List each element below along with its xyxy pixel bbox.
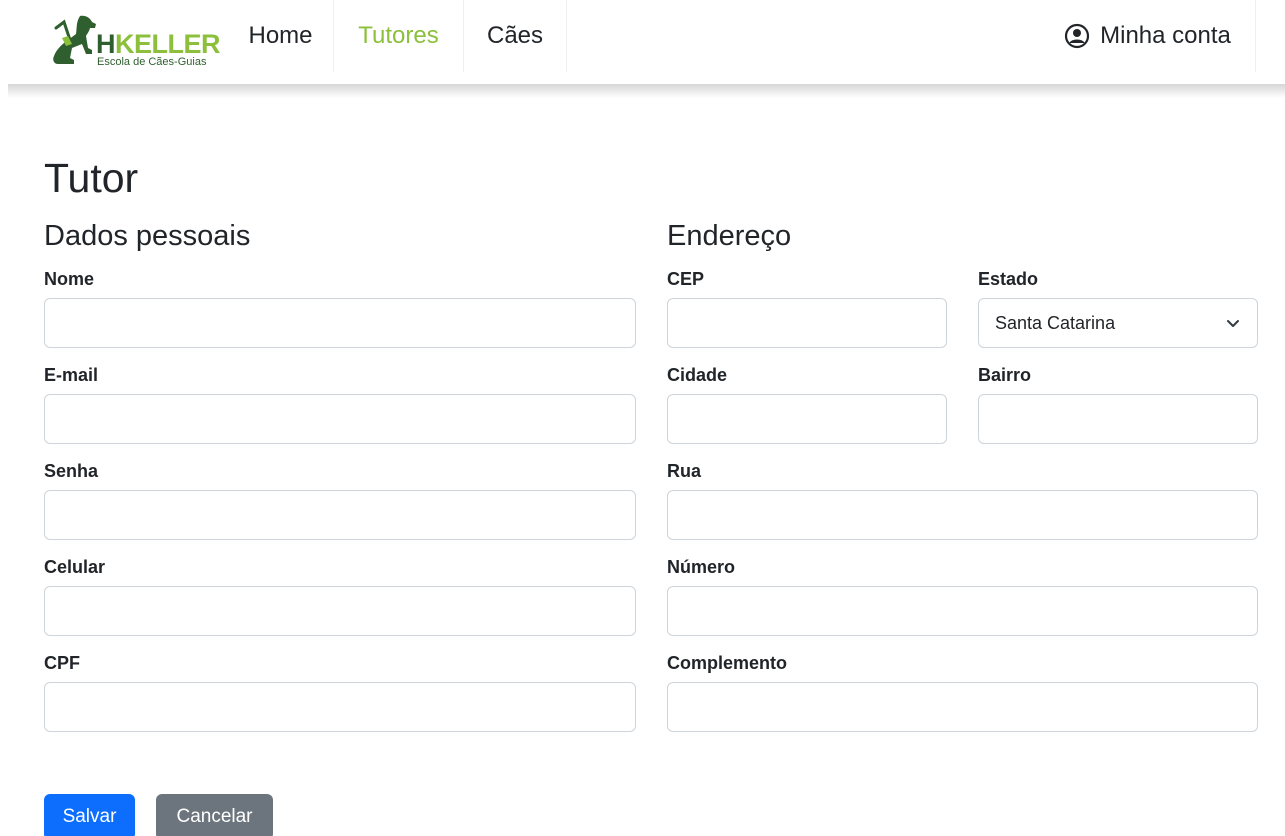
brand-logo[interactable]: HKELLER Escola de Cães-Guias (50, 14, 221, 68)
senha-input[interactable] (44, 490, 636, 540)
email-input[interactable] (44, 394, 636, 444)
label-complemento: Complemento (667, 653, 788, 673)
cancel-button[interactable]: Cancelar (156, 794, 273, 836)
brand-name: HKELLER (96, 29, 221, 59)
nav-tutores[interactable]: Tutores (334, 0, 464, 72)
label-bairro: Bairro (978, 365, 1032, 385)
save-button[interactable]: Salvar (44, 794, 135, 836)
brand-subtitle: Escola de Cães-Guias (97, 56, 207, 68)
cep-input[interactable] (667, 298, 947, 348)
complemento-input[interactable] (667, 682, 1258, 732)
rua-input[interactable] (667, 490, 1258, 540)
label-celular: Celular (44, 557, 106, 577)
label-email: E-mail (44, 365, 99, 385)
page-title: Tutor (44, 155, 139, 201)
celular-input[interactable] (44, 586, 636, 636)
section-personal-data: Dados pessoais (44, 220, 251, 252)
account-label: Minha conta (1100, 22, 1231, 49)
account-menu[interactable]: Minha conta (1040, 0, 1256, 72)
estado-select[interactable]: Santa Catarina (978, 298, 1258, 348)
guide-dog-icon (53, 15, 96, 65)
label-rua: Rua (667, 461, 702, 481)
nome-input[interactable] (44, 298, 636, 348)
label-senha: Senha (44, 461, 99, 481)
cidade-input[interactable] (667, 394, 947, 444)
section-address: Endereço (667, 220, 792, 252)
label-cidade: Cidade (667, 365, 728, 385)
nav-caes[interactable]: Cães (464, 0, 567, 72)
navbar: HKELLER Escola de Cães-Guias Home Tutore… (0, 0, 1285, 86)
label-nome: Nome (44, 269, 95, 289)
nav-home[interactable]: Home (228, 0, 334, 72)
label-cpf: CPF (44, 653, 80, 673)
bairro-input[interactable] (978, 394, 1258, 444)
numero-input[interactable] (667, 586, 1258, 636)
label-numero: Número (667, 557, 736, 577)
cpf-input[interactable] (44, 682, 636, 732)
estado-selected-value: Santa Catarina (995, 312, 1116, 333)
user-circle-icon (1065, 23, 1090, 49)
label-estado: Estado (978, 269, 1039, 289)
label-cep: CEP (667, 269, 705, 289)
chevron-down-icon (1227, 320, 1239, 327)
navbar-shadow (8, 84, 1285, 98)
